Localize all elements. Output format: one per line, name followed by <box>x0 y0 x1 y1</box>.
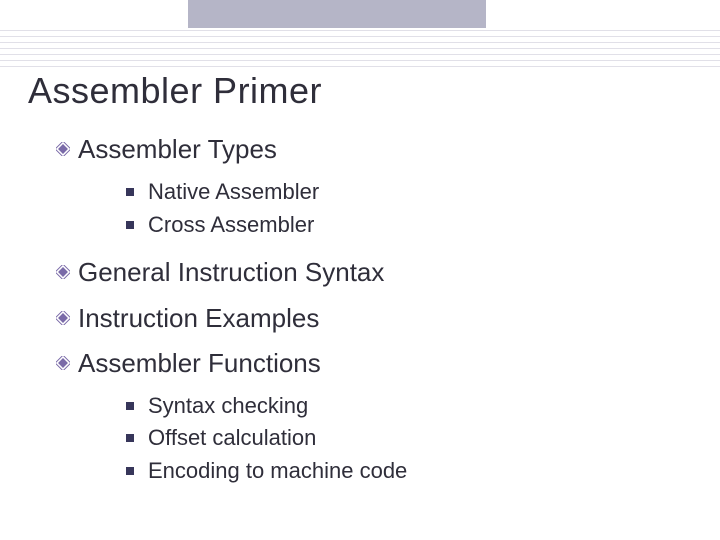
decorative-top-band <box>188 0 486 28</box>
diamond-bullet-icon <box>56 311 70 325</box>
list-item: Instruction Examples <box>56 301 692 336</box>
list-item-label: General Instruction Syntax <box>78 255 384 290</box>
diamond-bullet-icon <box>56 356 70 370</box>
list-item-label: Native Assembler <box>148 177 319 207</box>
square-bullet-icon <box>126 221 134 229</box>
list-item-label: Cross Assembler <box>148 210 314 240</box>
square-bullet-icon <box>126 188 134 196</box>
diamond-bullet-icon <box>56 265 70 279</box>
list-item-label: Syntax checking <box>148 391 308 421</box>
slide-title: Assembler Primer <box>28 70 692 112</box>
square-bullet-icon <box>126 434 134 442</box>
list-item-label: Assembler Types <box>78 132 277 167</box>
list-item-label: Offset calculation <box>148 423 316 453</box>
list-item-label: Assembler Functions <box>78 346 321 381</box>
list-item: General Instruction Syntax <box>56 255 692 290</box>
list-item: Cross Assembler <box>126 210 692 240</box>
list-item: Offset calculation <box>126 423 692 453</box>
list-item-label: Encoding to machine code <box>148 456 407 486</box>
sub-bullet-list: Syntax checking Offset calculation Encod… <box>126 391 692 486</box>
slide-content: Assembler Primer Assembler Types Native … <box>28 70 692 502</box>
slide: Assembler Primer Assembler Types Native … <box>0 0 720 540</box>
square-bullet-icon <box>126 467 134 475</box>
square-bullet-icon <box>126 402 134 410</box>
list-item-label: Instruction Examples <box>78 301 319 336</box>
bullet-list: Assembler Types Native Assembler Cross A… <box>56 132 692 486</box>
decorative-gridlines <box>0 30 720 69</box>
list-item: Native Assembler <box>126 177 692 207</box>
diamond-bullet-icon <box>56 142 70 156</box>
list-item: Assembler Types <box>56 132 692 167</box>
list-item: Assembler Functions <box>56 346 692 381</box>
list-item: Syntax checking <box>126 391 692 421</box>
list-item: Encoding to machine code <box>126 456 692 486</box>
sub-bullet-list: Native Assembler Cross Assembler <box>126 177 692 239</box>
